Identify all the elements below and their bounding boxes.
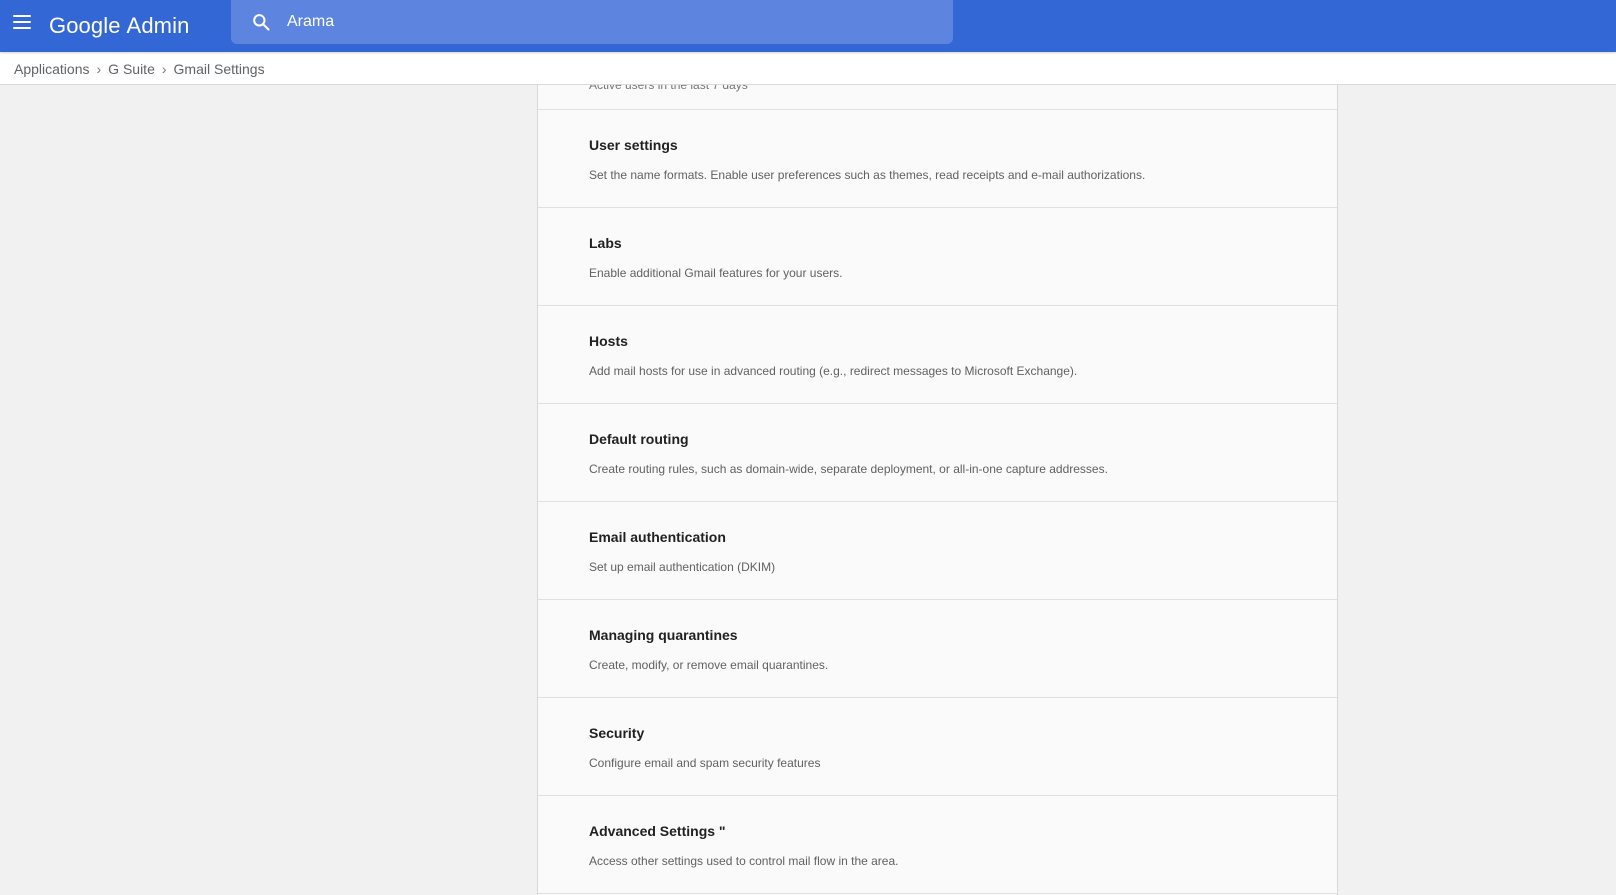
setting-row-user-settings[interactable]: User settings Set the name formats. Enab… xyxy=(538,110,1337,208)
breadcrumb: Applications › G Suite › Gmail Settings xyxy=(14,59,265,79)
search-input[interactable] xyxy=(287,0,927,44)
google-admin-logo[interactable]: Google Admin xyxy=(49,8,189,44)
setting-title: Labs xyxy=(589,235,622,251)
breadcrumb-gmail-settings: Gmail Settings xyxy=(173,61,265,77)
setting-row-email-authentication[interactable]: Email authentication Set up email authen… xyxy=(538,502,1337,600)
setting-row-advanced-settings[interactable]: Advanced Settings " Access other setting… xyxy=(538,796,1337,894)
setting-title: Email authentication xyxy=(589,529,726,545)
chevron-right-icon: › xyxy=(96,61,102,77)
breadcrumb-bar: Applications › G Suite › Gmail Settings xyxy=(0,52,1616,85)
menu-icon[interactable] xyxy=(13,15,33,31)
logo-google-text: Google xyxy=(49,13,121,38)
setting-row-hosts[interactable]: Hosts Add mail hosts for use in advanced… xyxy=(538,306,1337,404)
setting-title: Managing quarantines xyxy=(589,627,738,643)
setting-row-labs[interactable]: Labs Enable additional Gmail features fo… xyxy=(538,208,1337,306)
setting-row-security[interactable]: Security Configure email and spam securi… xyxy=(538,698,1337,796)
setting-description: Create routing rules, such as domain-wid… xyxy=(589,462,1108,476)
setting-row-managing-quarantines[interactable]: Managing quarantines Create, modify, or … xyxy=(538,600,1337,698)
setting-description: Add mail hosts for use in advanced routi… xyxy=(589,364,1078,378)
chevron-right-icon: › xyxy=(161,61,167,77)
setting-description: Access other settings used to control ma… xyxy=(589,854,899,868)
setting-title: Hosts xyxy=(589,333,628,349)
setting-title: Advanced Settings " xyxy=(589,823,726,839)
setting-title: Default routing xyxy=(589,431,689,447)
search-icon[interactable] xyxy=(251,12,271,32)
logo-admin-text: Admin xyxy=(126,13,190,38)
breadcrumb-applications[interactable]: Applications xyxy=(14,61,90,77)
setting-row-default-routing[interactable]: Default routing Create routing rules, su… xyxy=(538,404,1337,502)
search-box[interactable] xyxy=(231,0,953,44)
setting-title: User settings xyxy=(589,137,678,153)
setting-description: Set the name formats. Enable user prefer… xyxy=(589,168,1146,182)
setting-description: Set up email authentication (DKIM) xyxy=(589,560,776,574)
setting-description: Configure email and spam security featur… xyxy=(589,756,821,770)
gmail-settings-card: Active users in the last 7 days User set… xyxy=(537,52,1338,895)
breadcrumb-g-suite[interactable]: G Suite xyxy=(108,61,155,77)
setting-description: Create, modify, or remove email quaranti… xyxy=(589,658,829,672)
setting-title: Security xyxy=(589,725,645,741)
setting-description: Enable additional Gmail features for you… xyxy=(589,266,843,280)
top-app-bar: Google Admin xyxy=(0,0,1616,52)
